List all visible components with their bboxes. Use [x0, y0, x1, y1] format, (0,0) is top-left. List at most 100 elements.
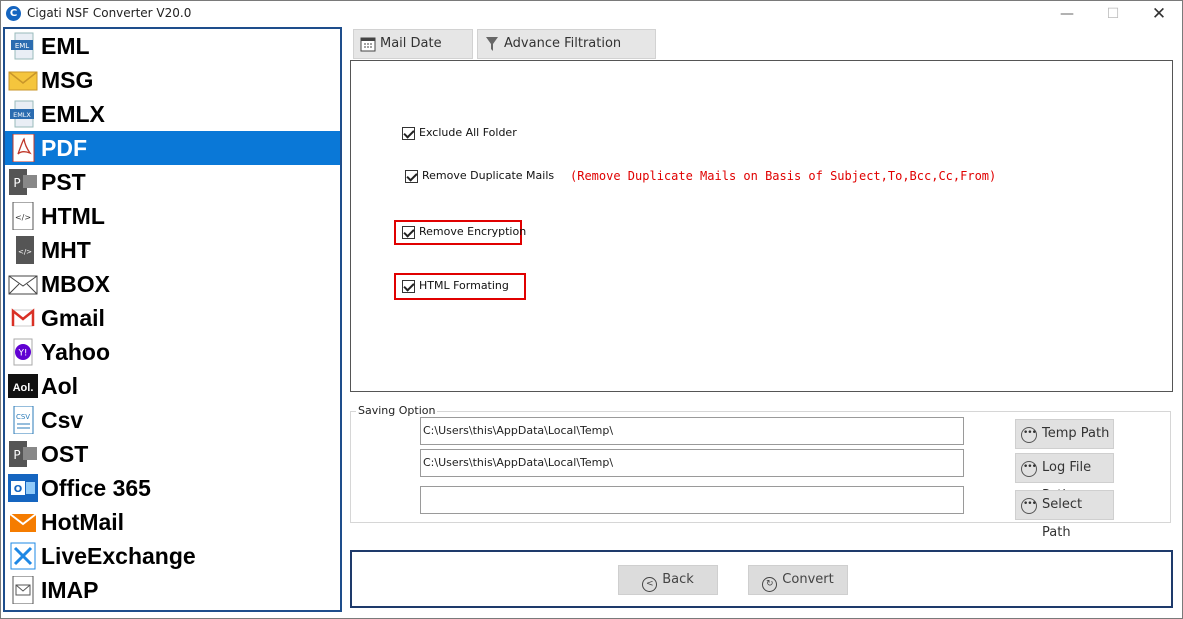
select-path-button[interactable]: Select Path — [1015, 490, 1114, 540]
format-label: HotMail — [41, 509, 125, 535]
exclude-all-folder-checkbox[interactable]: Exclude All Folder — [402, 126, 517, 140]
convert-button[interactable]: ↻ Convert — [748, 565, 848, 595]
checkbox-checked-icon — [405, 169, 418, 183]
format-item-html[interactable]: </> HTML — [5, 199, 340, 233]
format-item-ost[interactable]: P OST — [5, 437, 340, 471]
format-item-pdf[interactable]: PDF — [5, 131, 340, 165]
temp-path-field[interactable]: C:\Users\this\AppData\Local\Temp\ — [420, 417, 964, 445]
back-button[interactable]: < Back — [618, 565, 718, 595]
format-item-office365[interactable]: O Office 365 — [5, 471, 340, 505]
format-label: Csv — [41, 407, 84, 433]
imap-icon — [12, 576, 34, 604]
select-path-field[interactable] — [420, 486, 964, 514]
html-icon: </> — [12, 202, 34, 230]
svg-text:</>: </> — [15, 213, 31, 222]
format-label: Yahoo — [41, 339, 111, 365]
close-button[interactable]: ✕ — [1136, 1, 1182, 27]
convert-refresh-icon: ↻ — [762, 577, 778, 592]
office365-icon: O — [8, 474, 38, 502]
hotmail-icon — [9, 513, 37, 532]
window-title: Cigati NSF Converter V20.0 — [27, 6, 192, 20]
remove-encryption-checkbox[interactable]: Remove Encryption — [402, 225, 526, 239]
format-item-msg[interactable]: MSG — [5, 63, 340, 97]
saving-option-legend: Saving Option — [356, 404, 438, 417]
format-label: MSG — [41, 67, 94, 93]
temp-path-button[interactable]: Temp Path — [1015, 419, 1114, 449]
format-item-yahoo[interactable]: Y! Yahoo — [5, 335, 340, 369]
svg-text:O: O — [14, 484, 23, 495]
format-item-mbox[interactable]: MBOX — [5, 267, 340, 301]
gmail-icon — [11, 308, 35, 327]
format-item-emlx[interactable]: EMLX EMLX — [5, 97, 340, 131]
filter-icon — [486, 37, 498, 51]
format-item-csv[interactable]: CSV Csv — [5, 403, 340, 437]
msg-envelope-icon — [8, 71, 38, 91]
mbox-icon — [8, 275, 38, 295]
minimize-button[interactable]: — — [1044, 1, 1090, 27]
format-item-mht[interactable]: </> MHT — [5, 233, 340, 267]
svg-text:P: P — [13, 448, 20, 462]
format-item-aol[interactable]: Aol. Aol — [5, 369, 340, 403]
checkbox-checked-icon — [402, 126, 415, 140]
format-label: IMAP — [41, 577, 99, 603]
button-label: Back — [662, 572, 694, 587]
more-options-icon — [1021, 490, 1037, 518]
emlx-icon: EMLX — [10, 100, 34, 128]
checkbox-checked-icon — [402, 279, 415, 293]
yahoo-icon: Y! — [13, 338, 33, 366]
format-item-eml[interactable]: EML EML — [5, 29, 340, 63]
svg-text:EML: EML — [15, 42, 29, 50]
button-label: Convert — [782, 572, 834, 587]
log-file-path-field[interactable]: C:\Users\this\AppData\Local\Temp\ — [420, 449, 964, 477]
format-item-gmail[interactable]: Gmail — [5, 301, 340, 335]
checkbox-label: Exclude All Folder — [419, 126, 517, 139]
duplicate-basis-note: (Remove Duplicate Mails on Basis of Subj… — [570, 169, 997, 183]
html-formating-checkbox[interactable]: HTML Formating — [402, 279, 509, 293]
checkbox-label: Remove Duplicate Mails — [422, 169, 555, 182]
more-options-icon — [1021, 453, 1037, 481]
pdf-icon — [12, 134, 35, 162]
pst-icon: P — [9, 169, 37, 195]
maximize-button[interactable]: ☐ — [1090, 1, 1136, 27]
svg-text:CSV: CSV — [16, 413, 30, 421]
tab-mail-date-filter[interactable]: Mail Date Filter — [353, 29, 473, 79]
format-list: EML EML MSG EMLX EMLX PDF P PST </> HTML… — [3, 27, 342, 612]
ost-icon: P — [9, 441, 37, 467]
format-label: HTML — [41, 203, 105, 229]
format-label: MBOX — [41, 271, 110, 297]
svg-text:</>: </> — [18, 248, 32, 256]
remove-duplicate-mails-checkbox[interactable]: Remove Duplicate Mails — [405, 169, 554, 183]
button-label: Select Path — [1042, 497, 1083, 540]
button-label: Temp Path — [1042, 426, 1110, 441]
format-item-hotmail[interactable]: HotMail — [5, 505, 340, 539]
app-window: C Cigati NSF Converter V20.0 — ☐ ✕ EML E… — [0, 0, 1183, 619]
format-item-pst[interactable]: P PST — [5, 165, 340, 199]
checkbox-label: HTML Formating — [419, 279, 509, 292]
checkbox-label: Remove Encryption — [419, 225, 527, 238]
eml-icon: EML — [11, 32, 34, 60]
tab-advance-filtration-option[interactable]: Advance Filtration Option — [477, 29, 656, 79]
svg-text:Y!: Y! — [17, 349, 27, 359]
svg-text:Aol.: Aol. — [13, 382, 34, 394]
format-label: MHT — [41, 237, 91, 263]
format-label: Aol — [41, 373, 79, 399]
svg-text:P: P — [13, 176, 20, 190]
format-label: EML — [41, 33, 90, 59]
liveexchange-icon — [10, 542, 36, 570]
format-label: PDF — [41, 135, 87, 161]
aol-icon: Aol. — [8, 374, 38, 398]
format-item-liveexchange[interactable]: LiveExchange — [5, 539, 340, 573]
format-label: PST — [41, 169, 86, 195]
format-label: EMLX — [41, 101, 105, 127]
format-label: OST — [41, 441, 89, 467]
format-label: LiveExchange — [41, 543, 196, 569]
log-file-path-button[interactable]: Log File Path — [1015, 453, 1114, 503]
format-label: Gmail — [41, 305, 105, 331]
more-options-icon — [1021, 419, 1037, 447]
format-item-imap[interactable]: IMAP — [5, 573, 340, 607]
svg-text:EMLX: EMLX — [13, 111, 31, 119]
csv-icon: CSV — [13, 406, 34, 434]
checkbox-checked-icon — [402, 225, 415, 239]
mht-icon: </> — [16, 236, 34, 264]
app-logo-icon: C — [6, 6, 21, 21]
